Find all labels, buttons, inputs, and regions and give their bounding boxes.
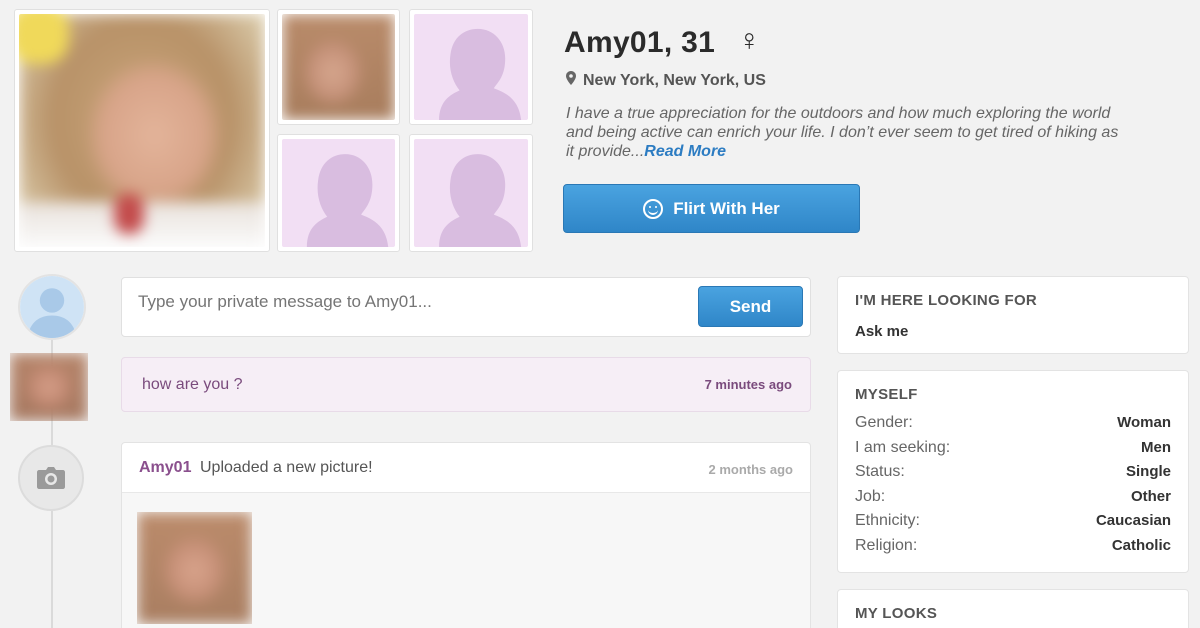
activity-card: Amy01 Uploaded a new picture! 2 months a…: [121, 442, 811, 628]
detail-row-job: Job: Other: [855, 488, 1171, 513]
looking-for-card: I'M HERE LOOKING FOR Ask me: [837, 276, 1189, 354]
detail-value: Other: [1130, 487, 1171, 505]
detail-value: Catholic: [1111, 536, 1171, 554]
activity-username-link[interactable]: Amy01: [139, 459, 191, 477]
detail-row-ethnicity: Ethnicity: Caucasian: [855, 512, 1171, 537]
profile-bio: I have a true appreciation for the outdo…: [566, 104, 1126, 161]
user-avatar: [18, 274, 86, 340]
activity-header: Amy01 Uploaded a new picture! 2 months a…: [122, 443, 810, 493]
smiley-icon: [643, 198, 664, 219]
sender-avatar[interactable]: [10, 353, 88, 421]
uploaded-picture[interactable]: [137, 512, 252, 624]
detail-row-status: Status: Single: [855, 463, 1171, 488]
camera-icon: [37, 467, 65, 489]
detail-row-seeking: I am seeking: Men: [855, 439, 1171, 464]
chat-message-time: 7 minutes ago: [704, 377, 792, 392]
detail-key: I am seeking:: [855, 438, 951, 456]
detail-key: Gender:: [855, 414, 913, 431]
profile-name-age: Amy01, 31: [564, 26, 716, 59]
myself-card: MYSELF Gender: Woman I am seeking: Men S…: [837, 370, 1189, 573]
camera-activity-icon: [18, 445, 84, 511]
activity-time: 2 months ago: [708, 462, 793, 477]
chat-message[interactable]: how are you ? 7 minutes ago: [121, 357, 811, 412]
female-gender-icon: ♀: [738, 24, 761, 57]
detail-key: Status:: [855, 463, 905, 481]
my-looks-card: MY LOOKS: [837, 589, 1189, 628]
photo-placeholder: [409, 134, 533, 252]
map-pin-icon: [566, 71, 578, 90]
female-silhouette-icon: [439, 28, 522, 120]
detail-value: Caucasian: [1095, 512, 1171, 530]
flirt-button-label: Flirt With Her: [673, 198, 780, 218]
female-silhouette-icon: [439, 154, 522, 247]
private-message-input[interactable]: [138, 292, 688, 312]
detail-value: Men: [1141, 438, 1171, 456]
read-more-link[interactable]: Read More: [644, 143, 726, 160]
detail-key: Religion:: [855, 536, 918, 554]
photo-placeholder: [409, 9, 533, 125]
looking-for-title: I'M HERE LOOKING FOR: [855, 292, 1038, 309]
myself-title: MYSELF: [855, 386, 918, 403]
female-silhouette-icon: [306, 154, 389, 247]
profile-location: New York, New York, US: [566, 71, 766, 90]
chat-message-text: how are you ?: [142, 376, 243, 393]
main-profile-photo[interactable]: [14, 9, 270, 252]
profile-photo-thumbnail[interactable]: [277, 9, 400, 125]
private-message-box: Send: [121, 277, 811, 337]
default-user-icon: [20, 276, 84, 338]
detail-row-gender: Gender: Woman: [855, 414, 1171, 439]
activity-text: Uploaded a new picture!: [200, 459, 373, 476]
photo-placeholder: [277, 134, 400, 252]
myself-details: Gender: Woman I am seeking: Men Status: …: [855, 414, 1171, 562]
detail-row-religion: Religion: Catholic: [855, 537, 1171, 562]
activity-body: [122, 493, 810, 628]
detail-value: Woman: [1117, 414, 1171, 431]
send-button[interactable]: Send: [698, 286, 803, 327]
flirt-button[interactable]: Flirt With Her: [563, 184, 860, 233]
looking-for-value: Ask me: [855, 323, 909, 340]
detail-key: Job:: [855, 487, 886, 505]
location-text: New York, New York, US: [583, 72, 766, 89]
detail-value: Single: [1125, 463, 1171, 481]
detail-key: Ethnicity:: [855, 512, 920, 530]
my-looks-title: MY LOOKS: [855, 605, 938, 622]
